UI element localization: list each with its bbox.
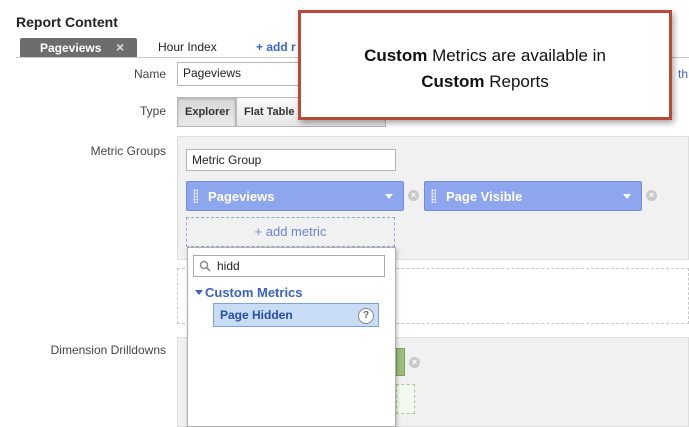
callout-line-1: Custom Metrics are available in [301,43,669,69]
remove-metric-icon[interactable]: × [646,190,657,201]
flat-table-label: Flat Table [244,106,295,118]
callout-annotation: Custom Metrics are available in Custom R… [298,10,672,120]
drag-handle-icon[interactable] [431,189,436,203]
name-right-link[interactable]: th [678,67,688,81]
search-icon [199,260,211,272]
add-dimension-area[interactable] [396,384,415,414]
chevron-down-icon[interactable] [385,194,393,199]
option-label: Page Hidden [220,308,293,322]
remove-dimension-icon[interactable]: × [409,357,420,368]
metric-pill-page-visible[interactable]: Page Visible [424,181,642,211]
callout-text-2: Reports [484,72,549,91]
metric-name: Page Visible [446,189,523,204]
close-icon[interactable]: × [116,39,124,55]
callout-text-1: Metrics are available in [427,46,606,65]
tab-pageviews[interactable]: Pageviews × [20,38,137,58]
dimension-drilldowns-label: Dimension Drilldowns [50,343,166,357]
metric-search-input[interactable]: hidd [193,255,385,277]
metric-picker-dropdown: hidd Custom Metrics Page Hidden ? [187,247,396,427]
metric-groups-label: Metric Groups [90,144,166,158]
caret-down-icon[interactable] [195,290,203,295]
add-tab-link[interactable]: + add r [256,40,296,54]
add-metric-button[interactable]: + add metric [186,217,395,247]
tab-hour-index[interactable]: Hour Index [158,40,217,54]
callout-bold-2: Custom [421,72,485,91]
metric-name: Pageviews [208,189,275,204]
tab-label: Pageviews [40,41,102,55]
callout-line-2: Custom Reports [301,69,669,95]
metric-group-name-input[interactable]: Metric Group [186,149,396,171]
type-label: Type [139,104,166,118]
help-icon[interactable]: ? [358,308,374,324]
name-label: Name [133,67,166,81]
type-explorer-button[interactable]: Explorer [177,97,236,127]
drag-handle-icon[interactable] [193,189,198,203]
search-value: hidd [217,259,240,273]
callout-bold-1: Custom [364,46,428,65]
dimension-pill[interactable] [396,348,405,376]
chevron-down-icon[interactable] [623,194,631,199]
name-input[interactable]: Pageviews [177,62,307,86]
option-page-hidden[interactable]: Page Hidden ? [213,303,379,327]
metric-pill-pageviews[interactable]: Pageviews [186,181,404,211]
explorer-label: Explorer [185,106,230,118]
remove-metric-icon[interactable]: × [408,190,419,201]
category-custom-metrics[interactable]: Custom Metrics [205,285,303,300]
section-title: Report Content [16,14,118,30]
